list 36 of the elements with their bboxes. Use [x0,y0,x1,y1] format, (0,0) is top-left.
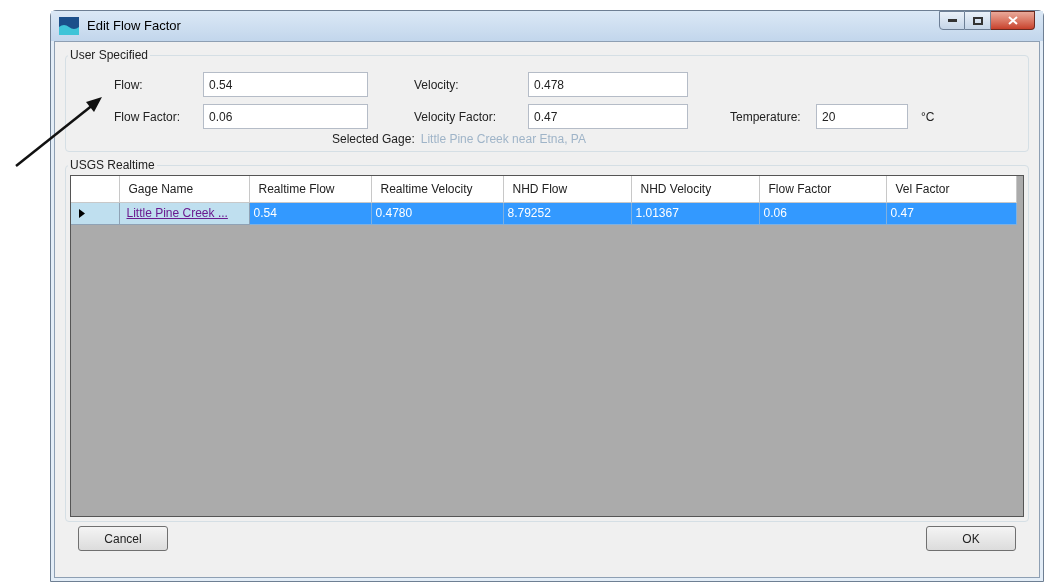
group-title: USGS Realtime [69,157,156,174]
text-field[interactable]: 0.54 [203,72,368,97]
column-header[interactable]: Vel Factor [886,176,1016,202]
text-field[interactable]: 20 [816,104,908,129]
text-field[interactable]: 0.478 [528,72,688,97]
table-cell: 0.4780 [371,202,503,224]
group-title: User Specified [69,47,150,64]
selected-gage-value: Little Pine Creek near Etna, PA [420,131,586,148]
row-header-corner [71,176,119,202]
field-label: Velocity: [414,77,459,94]
column-header[interactable]: NHD Velocity [631,176,759,202]
row-header[interactable] [71,202,119,224]
field-label: Flow Factor: [114,109,180,126]
row-pointer-icon [79,208,85,218]
dialog-button[interactable]: OK [926,526,1016,551]
text-field[interactable]: 0.06 [203,104,368,129]
close-button[interactable] [991,11,1035,30]
minimize-button[interactable] [939,11,965,30]
unit-label: °C [921,109,935,126]
column-header[interactable]: Realtime Velocity [371,176,503,202]
column-header[interactable]: Realtime Flow [249,176,371,202]
column-header[interactable]: NHD Flow [503,176,631,202]
close-icon [1007,16,1018,25]
gage-link-cell[interactable]: Little Pine Creek ... [119,202,249,224]
column-header[interactable]: Gage Name [119,176,249,202]
selected-gage-label: Selected Gage: [332,131,415,148]
app-icon [59,17,79,35]
maximize-button[interactable] [965,11,991,30]
dialog-button[interactable]: Cancel [78,526,168,551]
field-label: Temperature: [730,109,801,126]
window-title: Edit Flow Factor [87,17,181,36]
text-field[interactable]: 0.47 [528,104,688,129]
field-label: Flow: [114,77,143,94]
field-label: Velocity Factor: [414,109,497,126]
table-cell: 0.47 [886,202,1016,224]
column-header[interactable]: Flow Factor [759,176,886,202]
